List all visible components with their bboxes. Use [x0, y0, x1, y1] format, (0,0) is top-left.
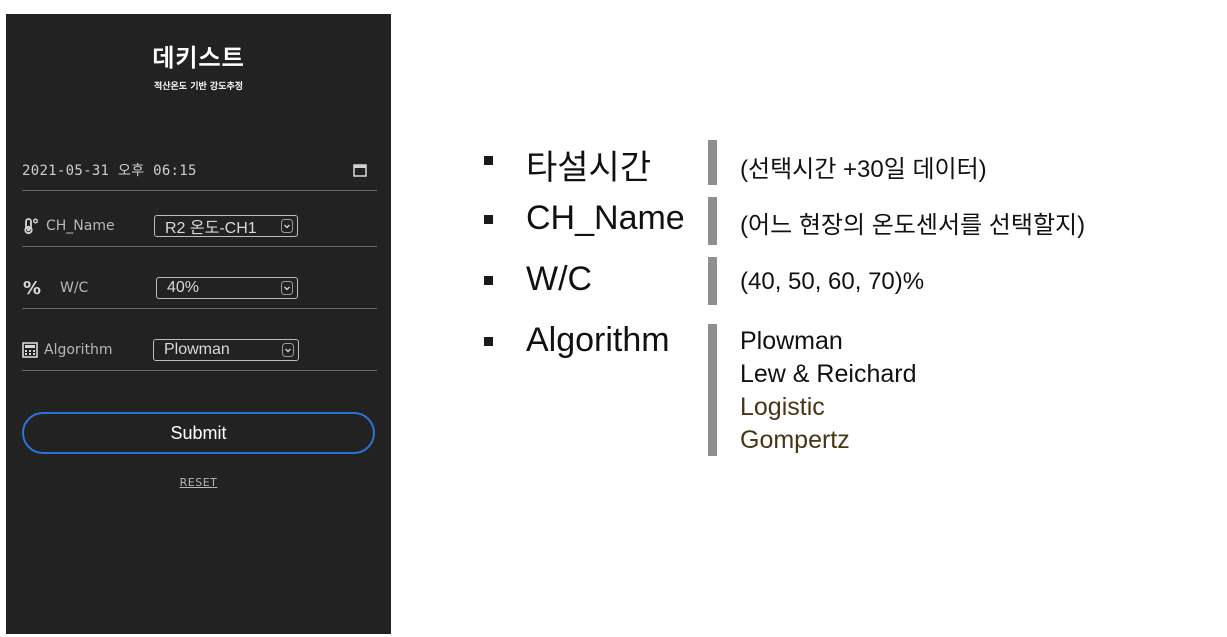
legend-term: CH_Name — [526, 199, 685, 237]
legend-divider — [708, 257, 717, 305]
datetime-value: 2021-05-31 오후 06:15 — [22, 163, 197, 179]
bullet-icon — [484, 156, 493, 165]
ch-name-label: CH_Name — [46, 218, 115, 234]
chevron-down-icon — [281, 281, 293, 300]
thermometer-icon — [22, 217, 40, 235]
datetime-field[interactable]: 2021-05-31 오후 06:15 — [22, 150, 377, 191]
legend-desc: (어느 현장의 온도센서를 선택할지) — [740, 212, 1086, 239]
algorithm-option-list: Plowman Lew & Reichard Logistic Gompertz — [740, 325, 916, 457]
legend-desc: (선택시간 +30일 데이터) — [740, 156, 987, 183]
percent-icon: % — [22, 277, 42, 299]
submit-button[interactable]: Submit — [22, 412, 375, 454]
legend-term: W/C — [526, 260, 593, 298]
mobile-app-panel: 데키스트 적산온도 기반 강도추정 2021-05-31 오후 06:15 CH… — [6, 14, 391, 634]
bullet-icon — [484, 276, 493, 285]
ch-name-select[interactable]: R2 온도-CH1 — [154, 215, 298, 237]
legend-term: Algorithm — [526, 321, 670, 359]
legend-term: 타설시간 — [526, 149, 652, 187]
app-header: 데키스트 적산온도 기반 강도추정 — [6, 38, 391, 92]
algorithm-option: Plowman — [740, 327, 843, 355]
chevron-down-icon — [282, 343, 294, 362]
chevron-down-icon — [281, 219, 293, 238]
app-title: 데키스트 — [152, 44, 245, 72]
ch-name-row: CH_Name R2 온도-CH1 — [22, 206, 377, 247]
wc-label: W/C — [60, 280, 89, 296]
bullet-icon — [484, 215, 493, 224]
app-subtitle: 적산온도 기반 강도추정 — [153, 82, 244, 92]
calculator-icon — [22, 342, 38, 358]
algorithm-selected: Plowman — [164, 341, 230, 358]
legend-divider — [708, 140, 717, 185]
algorithm-option: Gompertz — [740, 426, 850, 454]
algorithm-row: Algorithm Plowman — [22, 330, 377, 371]
algorithm-option: Lew & Reichard — [740, 360, 917, 388]
algorithm-label: Algorithm — [44, 342, 113, 358]
wc-selected: 40% — [167, 279, 200, 296]
calendar-icon[interactable] — [353, 163, 367, 177]
algorithm-option: Logistic — [740, 393, 825, 421]
legend-desc: (40, 50, 60, 70)% — [740, 268, 925, 295]
algorithm-select[interactable]: Plowman — [153, 339, 299, 361]
wc-row: % W/C 40% — [22, 268, 377, 309]
ch-name-selected: R2 온도-CH1 — [165, 220, 257, 237]
legend-divider — [708, 197, 717, 245]
bullet-icon — [484, 337, 493, 346]
legend-divider — [708, 324, 717, 456]
wc-select[interactable]: 40% — [156, 277, 298, 299]
reset-link[interactable]: RESET — [6, 476, 391, 489]
